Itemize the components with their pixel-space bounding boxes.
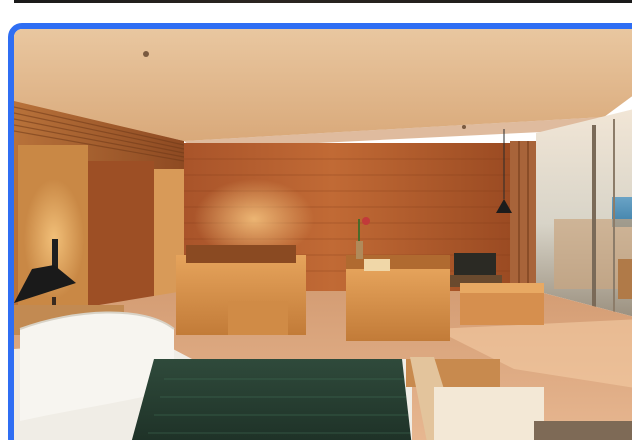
page <box>0 0 632 440</box>
hotel-room-photo <box>14 29 632 440</box>
top-image-edge <box>14 0 632 3</box>
selected-image-frame[interactable] <box>8 23 632 440</box>
